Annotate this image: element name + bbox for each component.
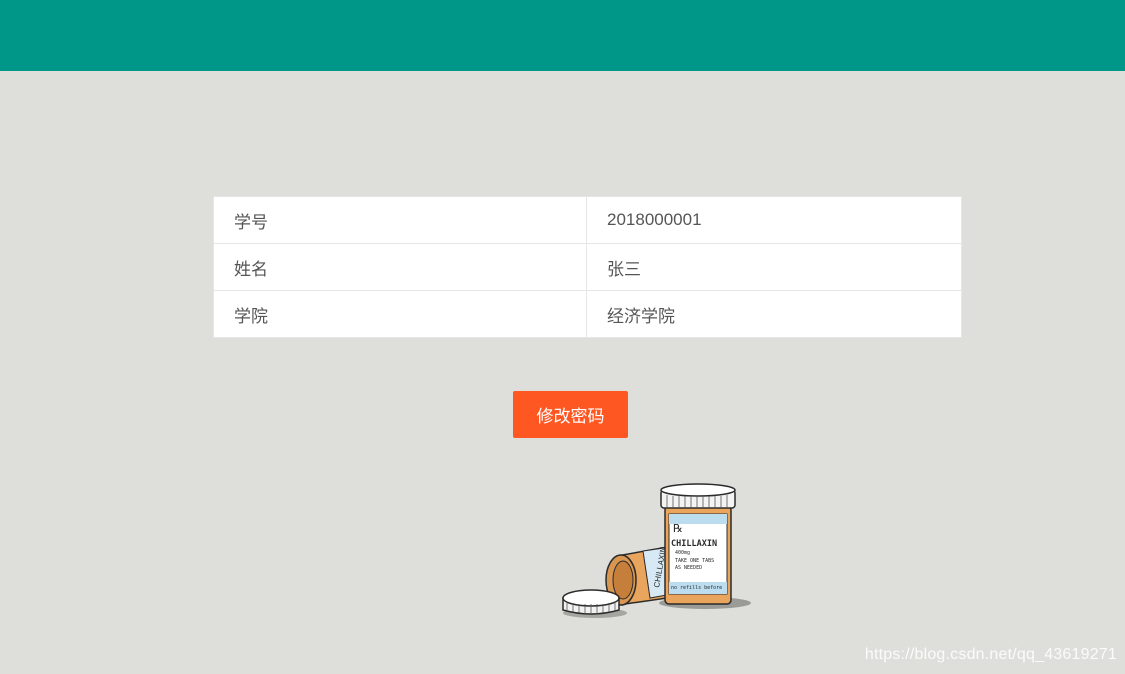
table-row: 学号 2018000001	[213, 196, 962, 244]
college-label: 学院	[213, 290, 587, 338]
student-id-label: 学号	[213, 196, 587, 244]
name-value: 张三	[586, 243, 962, 291]
bottle-cap-icon	[562, 589, 620, 615]
dose-text: 400mg	[675, 550, 690, 556]
instructions-line1: TAKE ONE TABS	[675, 558, 714, 564]
change-password-button[interactable]: 修改密码	[513, 391, 628, 438]
table-row: 姓名 张三	[213, 243, 962, 291]
rx-symbol: ℞	[673, 522, 683, 535]
student-info-table: 学号 2018000001 姓名 张三 学院 经济学院	[213, 196, 962, 338]
name-label: 姓名	[213, 243, 587, 291]
watermark-url: https://blog.csdn.net/qq_43619271	[864, 646, 1117, 663]
college-value: 经济学院	[586, 290, 962, 338]
student-id-value: 2018000001	[586, 196, 962, 244]
instructions-line2: AS NEEDED	[675, 565, 702, 571]
top-header-bar	[0, 0, 1125, 71]
pill-bottles-icon: CHILLAXIN ℞ CHILLAXIN 400mg TAKE ONE TAB…	[562, 483, 751, 618]
upright-bottle-icon: ℞ CHILLAXIN 400mg TAKE ONE TABS AS NEEDE…	[660, 483, 736, 605]
bottle-label-text: CHILLAXIN	[671, 539, 717, 549]
table-row: 学院 经济学院	[213, 290, 962, 338]
refills-text: no refills before	[671, 585, 722, 591]
